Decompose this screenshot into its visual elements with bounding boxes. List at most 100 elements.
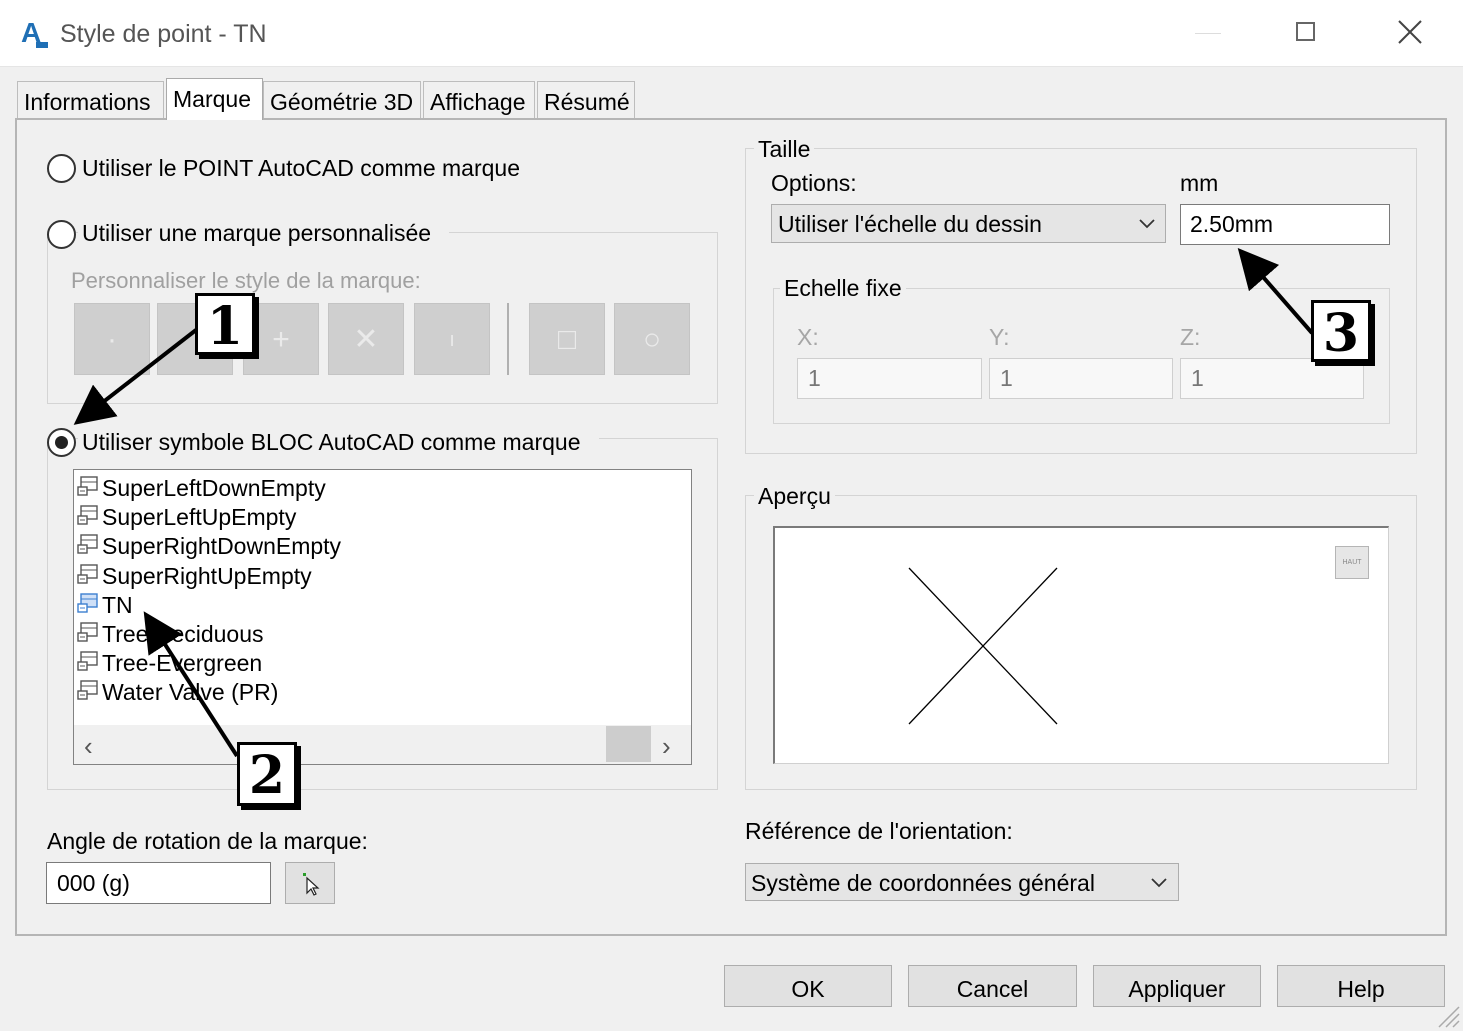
block-icon — [77, 476, 98, 496]
block-icon — [77, 680, 98, 701]
orientation-dropdown[interactable]: Système de coordonnées général — [745, 863, 1179, 901]
ok-button[interactable]: OK — [724, 965, 892, 1007]
block-list-item-label: TN — [102, 591, 133, 618]
custom-style-label: Personnaliser le style de la marque: — [71, 268, 421, 293]
horizontal-scrollbar[interactable]: ‹ › — [74, 725, 691, 764]
autocad-app-icon: A — [18, 16, 52, 50]
unit-label: mm — [1180, 170, 1219, 196]
radio-point-autocad[interactable] — [47, 154, 76, 183]
view-orientation-badge[interactable]: HAUT — [1335, 546, 1369, 579]
y-scale-value: 1 — [1000, 365, 1013, 391]
block-list-item[interactable]: Tree-Evergreen — [77, 646, 637, 677]
callout-3: 3 — [1311, 300, 1371, 364]
option-custom-label: Utiliser une marque personnalisée — [78, 222, 450, 245]
marker-preview-cross-icon — [908, 567, 1058, 725]
block-list-item-label: SuperRightDownEmpty — [102, 533, 342, 560]
size-group-title: Taille — [754, 138, 815, 161]
cancel-button[interactable]: Cancel — [908, 965, 1077, 1007]
block-list-item-label: Tree-Evergreen — [102, 650, 263, 677]
block-icon — [77, 563, 98, 584]
tab-informations[interactable]: Informations — [17, 81, 164, 119]
block-list-item[interactable]: SuperRightDownEmpty — [77, 529, 637, 560]
tab-label: Résumé — [544, 89, 630, 115]
minimize-button[interactable] — [1185, 0, 1235, 66]
block-list-item-label: SuperRightUpEmpty — [102, 562, 312, 589]
scrollbar-thumb[interactable] — [606, 726, 651, 762]
callout-1: 1 — [195, 293, 255, 357]
symbol-tick-button[interactable]: ı — [414, 303, 490, 375]
dot-icon: · — [107, 323, 117, 356]
option-point-label: Utiliser le POINT AutoCAD comme marque — [82, 155, 520, 181]
ok-label: OK — [791, 976, 825, 1002]
apply-button[interactable]: Appliquer — [1093, 965, 1261, 1007]
chevron-down-icon — [1139, 219, 1155, 229]
block-icon — [77, 651, 98, 671]
scroll-left-icon[interactable]: ‹ — [84, 731, 93, 762]
size-input[interactable]: 2.50mm — [1180, 204, 1390, 245]
help-button[interactable]: Help — [1277, 965, 1445, 1007]
size-options-value: Utiliser l'échelle du dessin — [778, 211, 1042, 237]
block-icon — [77, 622, 98, 642]
scroll-right-icon[interactable]: › — [662, 731, 671, 762]
y-label: Y: — [989, 324, 1010, 350]
x-scale-value: 1 — [808, 365, 821, 391]
cross-icon: ✕ — [353, 323, 379, 356]
symbol-cross-button[interactable]: ✕ — [328, 303, 404, 375]
block-list-item[interactable]: Tree Deciduous — [77, 617, 637, 647]
option-block-label: Utiliser symbole BLOC AutoCAD comme marq… — [78, 431, 599, 454]
block-list-item[interactable]: Water Valve (PR) — [77, 675, 637, 706]
radio-custom-marker[interactable] — [47, 220, 76, 249]
help-label: Help — [1337, 976, 1385, 1002]
cursor-pick-icon — [303, 873, 320, 896]
block-list-item-label: SuperLeftDownEmpty — [102, 475, 326, 501]
plus-icon: + — [272, 323, 290, 356]
preview-canvas: HAUT — [773, 526, 1389, 764]
close-icon — [1398, 20, 1422, 44]
maximize-button[interactable] — [1283, 0, 1333, 66]
block-list-item[interactable]: TN — [77, 588, 637, 618]
z-label: Z: — [1180, 324, 1201, 350]
symbol-separator — [507, 303, 509, 375]
block-list-item-label: SuperLeftUpEmpty — [102, 504, 297, 531]
fixed-scale-group — [773, 288, 1390, 424]
circle-icon: ○ — [642, 323, 662, 356]
square-icon: □ — [557, 323, 577, 356]
tab-label: Affichage — [430, 89, 526, 115]
apply-label: Appliquer — [1128, 976, 1226, 1002]
radio-block-marker[interactable] — [47, 428, 76, 457]
tab-affichage[interactable]: Affichage — [423, 81, 535, 119]
rotation-label: Angle de rotation de la marque: — [47, 828, 368, 854]
block-list-item-label: Tree Deciduous — [102, 621, 264, 647]
tab-marque[interactable]: Marque — [166, 78, 263, 120]
orientation-value: Système de coordonnées général — [751, 870, 1095, 896]
tick-icon: ı — [449, 329, 455, 351]
options-label: Options: — [771, 170, 857, 196]
title-bar: A Style de point - TN — [0, 0, 1463, 67]
preview-group-title: Aperçu — [754, 485, 835, 508]
resize-grip-icon[interactable] — [1435, 1003, 1461, 1029]
block-list-item[interactable]: SuperLeftUpEmpty — [77, 500, 637, 531]
tab-resume[interactable]: Résumé — [537, 81, 635, 119]
fixed-scale-title: Echelle fixe — [780, 277, 906, 300]
x-label: X: — [797, 324, 819, 350]
size-options-dropdown[interactable]: Utiliser l'échelle du dessin — [771, 204, 1166, 243]
rotation-input[interactable]: 000 (g) — [46, 862, 271, 904]
block-list-item[interactable]: SuperRightUpEmpty — [77, 559, 637, 589]
symbol-circle-button[interactable]: ○ — [614, 303, 690, 375]
window-title: Style de point - TN — [60, 20, 267, 48]
block-list-item[interactable]: SuperLeftDownEmpty — [77, 471, 637, 501]
tab-label: Géométrie 3D — [270, 89, 414, 115]
block-list-item-label: Water Valve (PR) — [102, 679, 279, 706]
pick-angle-button[interactable] — [285, 862, 335, 904]
tab-geometrie-3d[interactable]: Géométrie 3D — [263, 81, 421, 119]
block-icon — [77, 593, 98, 613]
close-button[interactable] — [1385, 0, 1435, 66]
orientation-label: Référence de l'orientation: — [745, 818, 1013, 844]
chevron-down-icon — [1151, 878, 1167, 888]
z-scale-value: 1 — [1191, 365, 1204, 391]
y-scale-input[interactable]: 1 — [989, 358, 1173, 399]
symbol-dot-button[interactable]: · — [74, 303, 150, 375]
symbol-square-button[interactable]: □ — [529, 303, 605, 375]
x-scale-input[interactable]: 1 — [797, 358, 982, 399]
cancel-label: Cancel — [956, 976, 1029, 1002]
